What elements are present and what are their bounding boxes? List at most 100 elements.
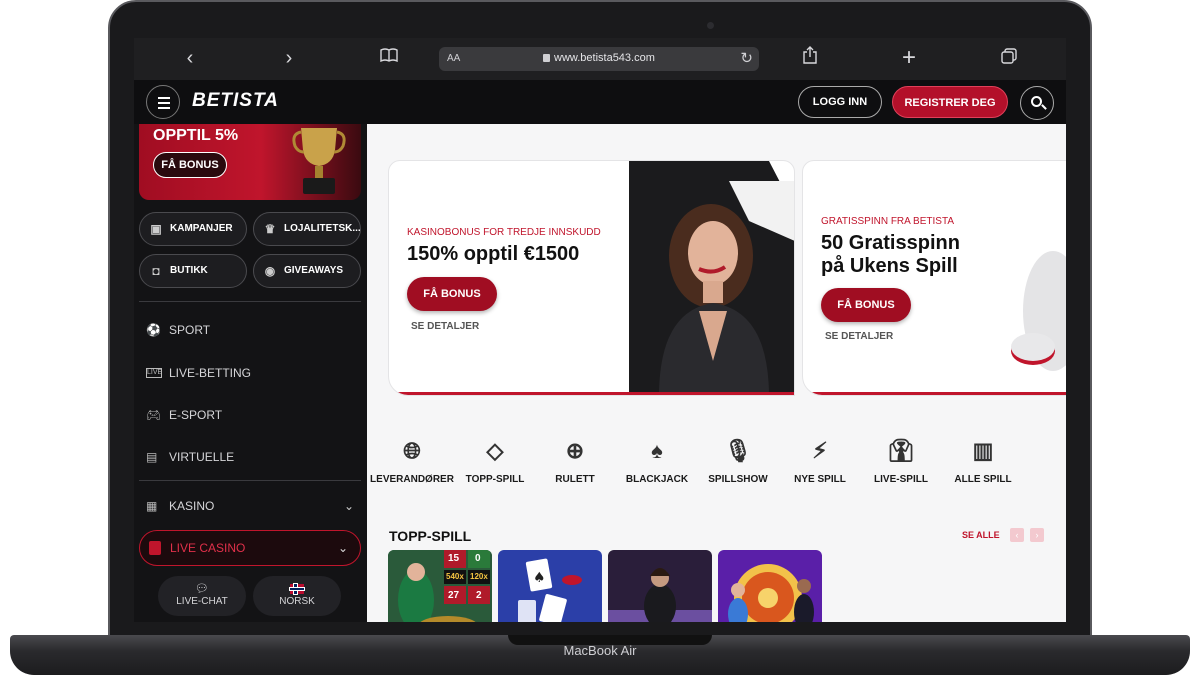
menu-button[interactable] [146,85,180,119]
sidebar-pill-butikk[interactable]: ◘ BUTIKK [139,254,247,288]
live-chat-button[interactable]: 💬︎ LIVE-CHAT [158,576,246,616]
game-tile[interactable] [608,550,712,622]
sidebar-pill-kampanjer[interactable]: ▣ KAMPANJER [139,212,247,246]
url-text: www.betista543.com [554,52,655,64]
register-button[interactable]: REGISTRER DEG [892,86,1008,118]
sidebar-promo[interactable]: OPPTIL 5% FÅ BONUS [139,124,361,200]
sidebar-item-label: KASINO [169,499,215,513]
menu-icon [158,97,170,99]
game-multiplier: 540x [446,572,464,581]
promo-banner-casino-bonus[interactable]: KASINOBONUS FOR TREDJE INNSKUDD 150% opp… [388,160,795,396]
category-label: BLACKJACK [625,474,689,485]
language-label: NORSK [279,596,315,607]
promo-banner-free-spins[interactable]: GRATISSPINN FRA BETISTA 50 Gratisspinn p… [802,160,1066,396]
game-tile[interactable]: ♠ [498,550,602,622]
category-live-games[interactable]: 👔︎ LIVE-SPILL [859,436,943,485]
banner-title-line1: 50 Gratisspinn [821,232,960,254]
chips-image [1011,251,1066,371]
slot-icon: ▥ [972,438,994,463]
slot-machine-icon: ▦ [146,499,158,513]
category-top-games[interactable]: ◇ TOPP-SPILL [453,436,537,485]
virtual-icon: ▤ [146,450,158,464]
address-bar[interactable]: AA www.betista543.com ↻ [439,47,759,71]
microphone-icon: 🎙︎ [724,438,752,463]
next-arrow-icon[interactable]: › [1030,528,1044,542]
bookmarks-icon[interactable] [374,46,404,70]
reload-icon[interactable]: ↻ [740,49,753,67]
promo-bonus-button[interactable]: FÅ BONUS [153,152,227,178]
device-label: MacBook Air [563,643,637,658]
search-button[interactable] [1020,86,1054,120]
main-content: KASINOBONUS FOR TREDJE INNSKUDD 150% opp… [367,124,1066,622]
coin-icon: ◉ [264,264,276,278]
sidebar-item-live-betting[interactable]: LIVE LIVE-BETTING [146,357,356,389]
lightning-icon: ⚡︎ [812,438,828,463]
banner-details-link[interactable]: SE DETALJER [411,321,479,332]
text-size-button[interactable]: AA [447,53,460,64]
banner-title-line2: på Ukens Spill [821,255,958,277]
dealer-icon: 👔︎ [887,438,915,463]
game-number: 2 [476,590,482,601]
chevron-down-icon: ⌄ [337,541,348,555]
category-roulette[interactable]: ⊕ RULETT [533,436,617,485]
banner-subtitle: KASINOBONUS FOR TREDJE INNSKUDD [407,227,601,238]
back-icon[interactable]: ‹ [175,46,205,70]
crown-icon: ♛ [264,222,276,236]
live-icon: LIVE [146,368,163,378]
game-number: 27 [448,590,460,601]
forward-icon[interactable]: › [274,46,304,70]
roulette-icon: ⊕ [565,438,585,463]
tabs-icon[interactable] [994,46,1024,70]
category-label: SPILLSHOW [708,474,768,485]
live-chat-label: LIVE-CHAT [176,596,228,607]
norway-flag-icon [290,584,304,594]
banner-details-link[interactable]: SE DETALJER [825,331,893,342]
sidebar-item-virtuelle[interactable]: ▤ VIRTUELLE [146,441,356,473]
gamepad-icon: 🎮︎ [146,408,162,422]
game-thumbnail-money-wheel [718,550,822,622]
pill-label: GIVEAWAYS [284,265,344,276]
category-game-show[interactable]: 🎙︎ SPILLSHOW [696,436,780,485]
category-new-games[interactable]: ⚡︎ NYE SPILL [778,436,862,485]
category-label: NYE SPILL [794,474,846,485]
game-thumbnail-live-dealer [608,550,712,622]
category-blackjack[interactable]: ♠ BLACKJACK [615,436,699,485]
sidebar-item-kasino[interactable]: ▦ KASINO ⌄ [146,490,356,522]
sidebar-pill-giveaways[interactable]: ◉ GIVEAWAYS [253,254,361,288]
site-logo[interactable]: BETISTA [192,90,279,112]
browser-toolbar: ‹ › AA www.betista543.com ↻ + [134,38,1066,80]
prev-arrow-icon[interactable]: ‹ [1010,528,1024,542]
sidebar-item-label: VIRTUELLE [169,450,235,464]
login-button[interactable]: LOGG INN [798,86,882,118]
banner-bonus-button[interactable]: FÅ BONUS [407,277,497,311]
banner-bonus-button[interactable]: FÅ BONUS [821,288,911,322]
see-all-link[interactable]: SE ALLE [962,530,1000,540]
game-tile[interactable] [718,550,822,622]
site-header: BETISTA LOGG INN REGISTRER DEG [134,80,1066,124]
card-icon [149,541,161,555]
banner-subtitle: GRATISSPINN FRA BETISTA [821,216,954,227]
diamond-icon: ◇ [486,438,504,463]
category-label: RULETT [555,474,595,485]
category-label: ALLE SPILL [954,474,1012,485]
category-providers[interactable]: 🌐︎ LEVERANDØRER [370,436,454,485]
category-label: LEVERANDØRER [370,474,454,485]
bag-icon: ◘ [152,264,160,278]
pill-label: LOJALITETSK... [284,223,361,234]
sidebar-pill-loyalty[interactable]: ♛ LOJALITETSK... [253,212,361,246]
pill-label: BUTIKK [170,265,208,276]
banner-model-image [629,161,794,395]
game-tile[interactable]: 15 0 540x 120x 27 2 [388,550,492,622]
svg-text:♠: ♠ [533,570,546,586]
share-icon[interactable] [795,46,825,70]
sidebar-item-sport[interactable]: ⚽ SPORT [146,314,356,346]
sidebar-item-esport[interactable]: 🎮︎ E-SPORT [146,399,356,431]
chat-icon: 💬︎ [195,583,209,595]
game-thumbnail-blackjack: ♠ [498,550,602,622]
new-tab-icon[interactable]: + [894,46,924,70]
pill-label: KAMPANJER [170,223,233,234]
category-all-games[interactable]: ▥ ALLE SPILL [941,436,1025,485]
camera-icon [707,22,714,29]
sidebar-item-live-casino[interactable]: LIVE CASINO ⌄ [139,530,361,566]
language-button[interactable]: NORSK [253,576,341,616]
